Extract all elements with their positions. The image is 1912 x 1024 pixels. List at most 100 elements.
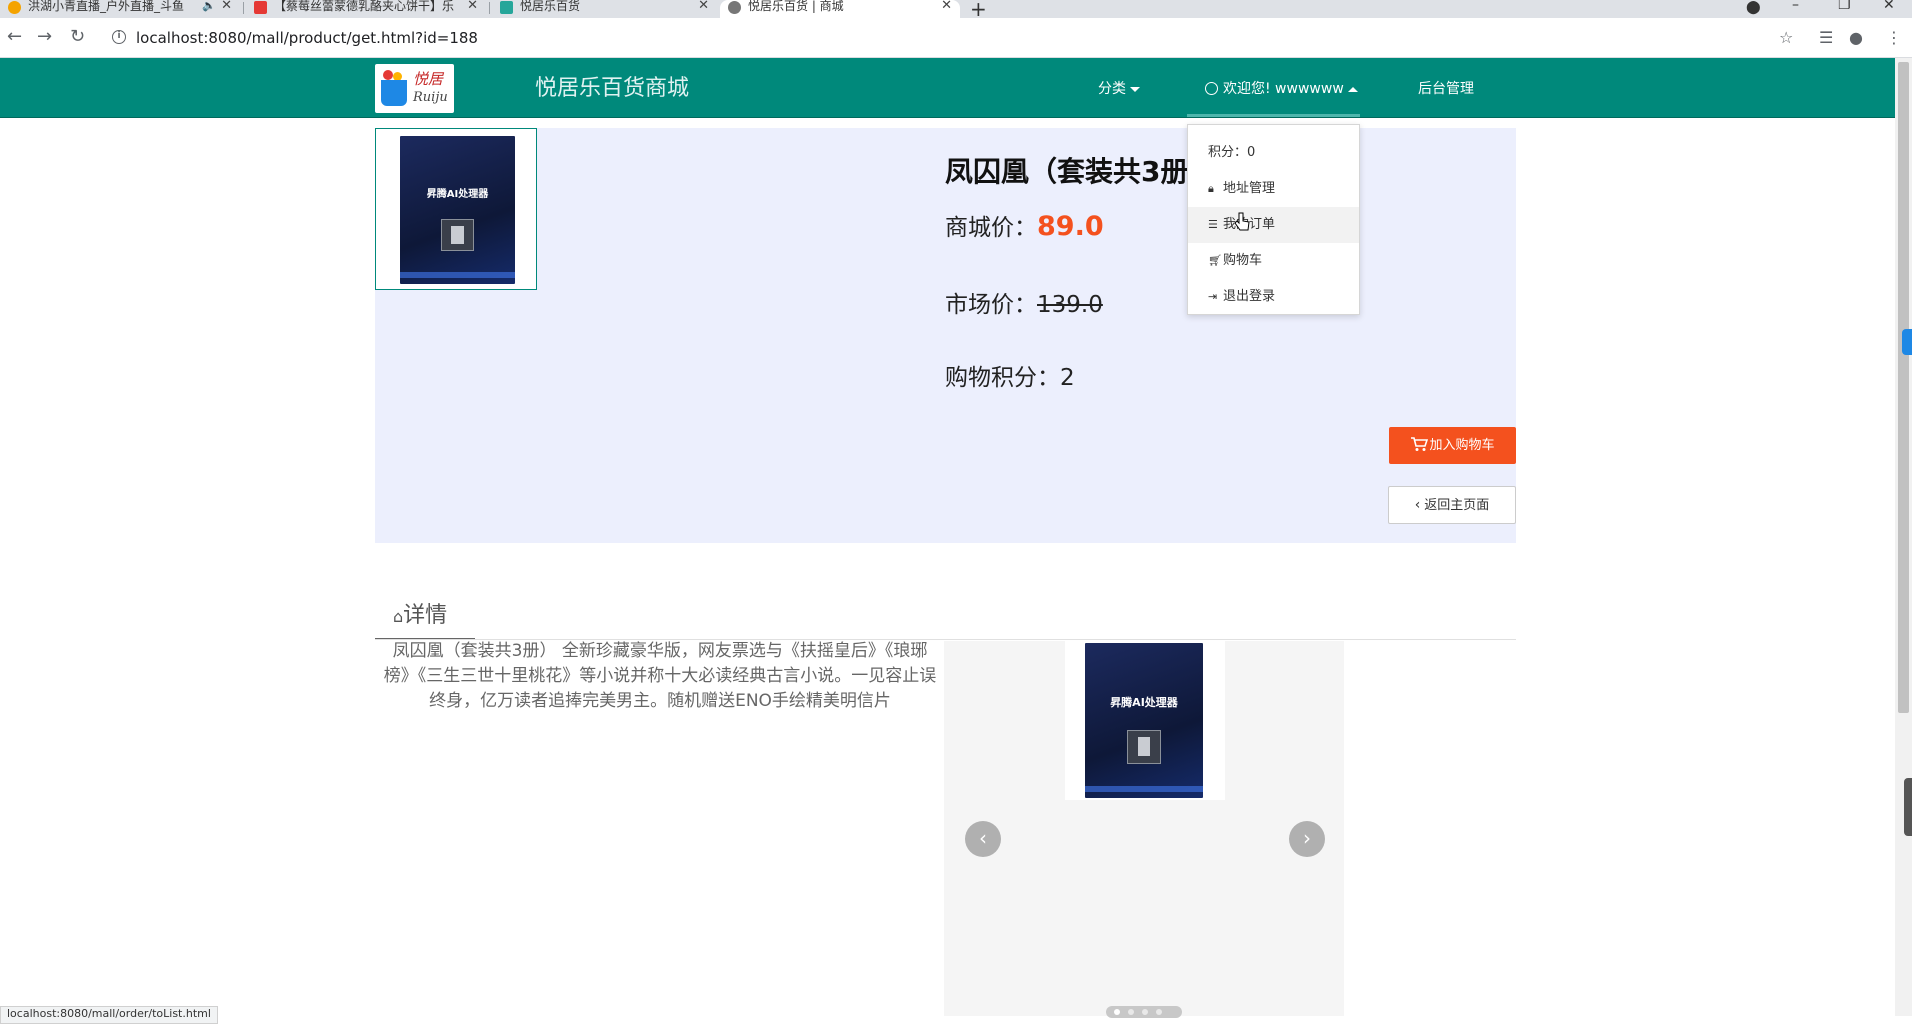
site-info-icon[interactable]: i bbox=[112, 30, 126, 44]
browser-tab-mall[interactable]: 悦居乐百货 | 商城 ✕ bbox=[720, 0, 960, 18]
site-logo[interactable]: 悦居 Ruiju bbox=[375, 64, 454, 113]
tab-title: 悦居乐百货 | 商城 bbox=[748, 0, 844, 13]
back-home-button[interactable]: ‹ 返回主页面 bbox=[1388, 486, 1516, 524]
lock-icon: 🔒︎ bbox=[1208, 182, 1214, 195]
caret-down-icon bbox=[1130, 86, 1140, 92]
url-text[interactable]: localhost:8080/mall/product/get.html?id=… bbox=[136, 29, 478, 47]
nav-admin[interactable]: 后台管理 bbox=[1418, 78, 1474, 98]
minimize-icon[interactable]: – bbox=[1792, 0, 1799, 13]
restore-icon[interactable]: ❐ bbox=[1838, 0, 1851, 13]
book-cover-image: 昇腾AI处理器 bbox=[400, 136, 515, 284]
back-home-label: 返回主页面 bbox=[1424, 498, 1490, 513]
dropdown-item-label: 地址管理 bbox=[1223, 181, 1276, 196]
status-bar-link: localhost:8080/mall/order/toList.html bbox=[0, 1006, 218, 1024]
mall-price-label: 商城价： bbox=[945, 215, 1037, 241]
market-price-row: 市场价：139.0 bbox=[945, 285, 1103, 319]
user-icon bbox=[1205, 82, 1218, 95]
nav-category-label: 分类 bbox=[1098, 81, 1126, 97]
address-bar[interactable]: i localhost:8080/mall/product/get.html?i… bbox=[106, 23, 1796, 53]
tab-separator bbox=[243, 2, 244, 14]
logo-cn-text: 悦居 bbox=[413, 70, 444, 88]
book-cover-title: 昇腾AI处理器 bbox=[426, 188, 489, 200]
cart-icon: 🛒︎ bbox=[1208, 254, 1222, 267]
tab-title: 悦居乐百货 bbox=[520, 0, 581, 13]
tab-details[interactable]: ⌂详情 bbox=[375, 592, 475, 640]
points-value: 2 bbox=[1060, 365, 1075, 391]
close-tab-icon[interactable]: ✕ bbox=[941, 0, 952, 12]
tab-title: 洪湖小青直播_户外直播_斗鱼 bbox=[28, 0, 185, 13]
browser-tab-douyu[interactable]: 洪湖小青直播_户外直播_斗鱼 🔈 ✕ bbox=[0, 0, 240, 18]
chevron-left-icon: ‹ bbox=[1414, 497, 1421, 513]
tab-title: 【蔡莓丝蕾蒙德乳酪夹心饼干】乐 bbox=[274, 0, 455, 13]
product-name: 凤囚凰（套装共3册 bbox=[945, 155, 1189, 188]
nav-category[interactable]: 分类 bbox=[1098, 78, 1140, 98]
dropdown-item-logout[interactable]: ⇥ 退出登录 bbox=[1188, 279, 1359, 315]
site-favicon-icon bbox=[500, 1, 513, 14]
caret-up-icon bbox=[1347, 86, 1358, 92]
signout-icon: ⇥ bbox=[1208, 290, 1218, 303]
dropdown-item-label: 退出登录 bbox=[1223, 289, 1276, 304]
profile-icon[interactable]: ● bbox=[1849, 28, 1863, 47]
logo-basket-icon bbox=[381, 80, 407, 106]
points-row: 购物积分：2 bbox=[945, 358, 1075, 392]
dropdown-points: 积分：0 bbox=[1208, 145, 1256, 160]
reading-list-icon[interactable]: ☰ bbox=[1819, 28, 1833, 47]
window-close-icon[interactable]: ✕ bbox=[1883, 0, 1895, 13]
market-price-value: 139.0 bbox=[1037, 292, 1103, 318]
bookmark-star-icon[interactable]: ☆ bbox=[1779, 28, 1793, 47]
cover-stripe bbox=[400, 272, 515, 279]
active-nav-underline bbox=[1187, 114, 1360, 117]
site-title: 悦居乐百货商城 bbox=[535, 76, 690, 101]
back-icon[interactable]: ← bbox=[7, 26, 22, 47]
points-label: 购物积分： bbox=[945, 365, 1060, 391]
add-to-cart-label: 加入购物车 bbox=[1429, 438, 1495, 453]
logo-en-text: Ruiju bbox=[413, 90, 448, 105]
close-tab-icon[interactable]: ✕ bbox=[221, 0, 232, 12]
nav-user-menu[interactable]: 欢迎您! wwwwww bbox=[1205, 78, 1358, 98]
chip-graphic bbox=[1127, 729, 1161, 764]
product-thumbnail[interactable]: 昇腾AI处理器 bbox=[375, 128, 537, 290]
browser-tab-jd[interactable]: 【蔡莓丝蕾蒙德乳酪夹心饼干】乐 ✕ bbox=[246, 0, 486, 18]
close-tab-icon[interactable]: ✕ bbox=[698, 0, 709, 12]
image-carousel: 昇腾AI处理器 ‹ › bbox=[944, 641, 1344, 1018]
carousel-dot[interactable] bbox=[1156, 1009, 1162, 1015]
carousel-next-button[interactable]: › bbox=[1289, 821, 1325, 857]
carousel-dot[interactable] bbox=[1114, 1009, 1120, 1015]
carousel-prev-button[interactable]: ‹ bbox=[965, 821, 1001, 857]
page-scrollbar[interactable] bbox=[1895, 58, 1912, 1016]
hand-cursor-icon bbox=[1234, 212, 1250, 231]
carousel-slide: 昇腾AI处理器 bbox=[1065, 641, 1225, 800]
side-float-tab[interactable] bbox=[1902, 329, 1912, 355]
mall-price-value: 89.0 bbox=[1037, 211, 1104, 242]
forward-icon[interactable]: → bbox=[37, 26, 52, 47]
cover-stripe bbox=[1085, 785, 1203, 792]
site-header: 悦居 Ruiju 悦居乐百货商城 分类 欢迎您! wwwwww 后台管理 bbox=[0, 58, 1895, 118]
browser-tab-bar: 洪湖小青直播_户外直播_斗鱼 🔈 ✕ 【蔡莓丝蕾蒙德乳酪夹心饼干】乐 ✕ 悦居乐… bbox=[0, 0, 1912, 21]
carousel-dot[interactable] bbox=[1128, 1009, 1134, 1015]
carousel-dot[interactable] bbox=[1142, 1009, 1148, 1015]
browser-tab-yuejule[interactable]: 悦居乐百货 ✕ bbox=[492, 0, 717, 18]
market-price-label: 市场价： bbox=[945, 292, 1037, 318]
dropdown-item-label: 购物车 bbox=[1223, 253, 1263, 268]
menu-icon[interactable]: ⋮ bbox=[1886, 28, 1902, 47]
scrollbar-thumb[interactable] bbox=[1898, 62, 1909, 713]
douyu-favicon-icon bbox=[8, 1, 21, 14]
nav-welcome-label: 欢迎您! wwwwww bbox=[1223, 81, 1344, 97]
reload-icon[interactable]: ↻ bbox=[70, 26, 85, 47]
audio-icon[interactable]: 🔈 bbox=[202, 0, 216, 12]
carousel-indicators[interactable] bbox=[1106, 1006, 1182, 1018]
side-float-handle[interactable] bbox=[1904, 778, 1912, 836]
product-description: 凤囚凰（套装共3册） 全新珍藏豪华版，网友票选与《扶摇皇后》《琅琊榜》《三生三世… bbox=[383, 641, 937, 711]
user-dropdown-menu: 积分：0 🔒︎ 地址管理 ☰我的订单 🛒︎购物车 ⇥ 退出登录 bbox=[1187, 124, 1360, 315]
add-to-cart-button[interactable]: 加入购物车 bbox=[1389, 427, 1516, 464]
dropdown-item-orders[interactable]: ☰我的订单 bbox=[1188, 207, 1359, 243]
dropdown-item-address[interactable]: 🔒︎ 地址管理 bbox=[1188, 171, 1359, 207]
close-tab-icon[interactable]: ✕ bbox=[467, 0, 478, 12]
tab-search-icon[interactable]: ⬤ bbox=[1746, 0, 1761, 15]
book-cover-image: 昇腾AI处理器 bbox=[1085, 643, 1203, 798]
dropdown-item-cart[interactable]: 🛒︎购物车 bbox=[1188, 243, 1359, 279]
tab-separator bbox=[489, 2, 490, 14]
tag-icon: ⌂ bbox=[393, 607, 404, 626]
address-toolbar: ← → ↻ i localhost:8080/mall/product/get.… bbox=[0, 18, 1912, 58]
jd-favicon-icon bbox=[254, 1, 267, 14]
